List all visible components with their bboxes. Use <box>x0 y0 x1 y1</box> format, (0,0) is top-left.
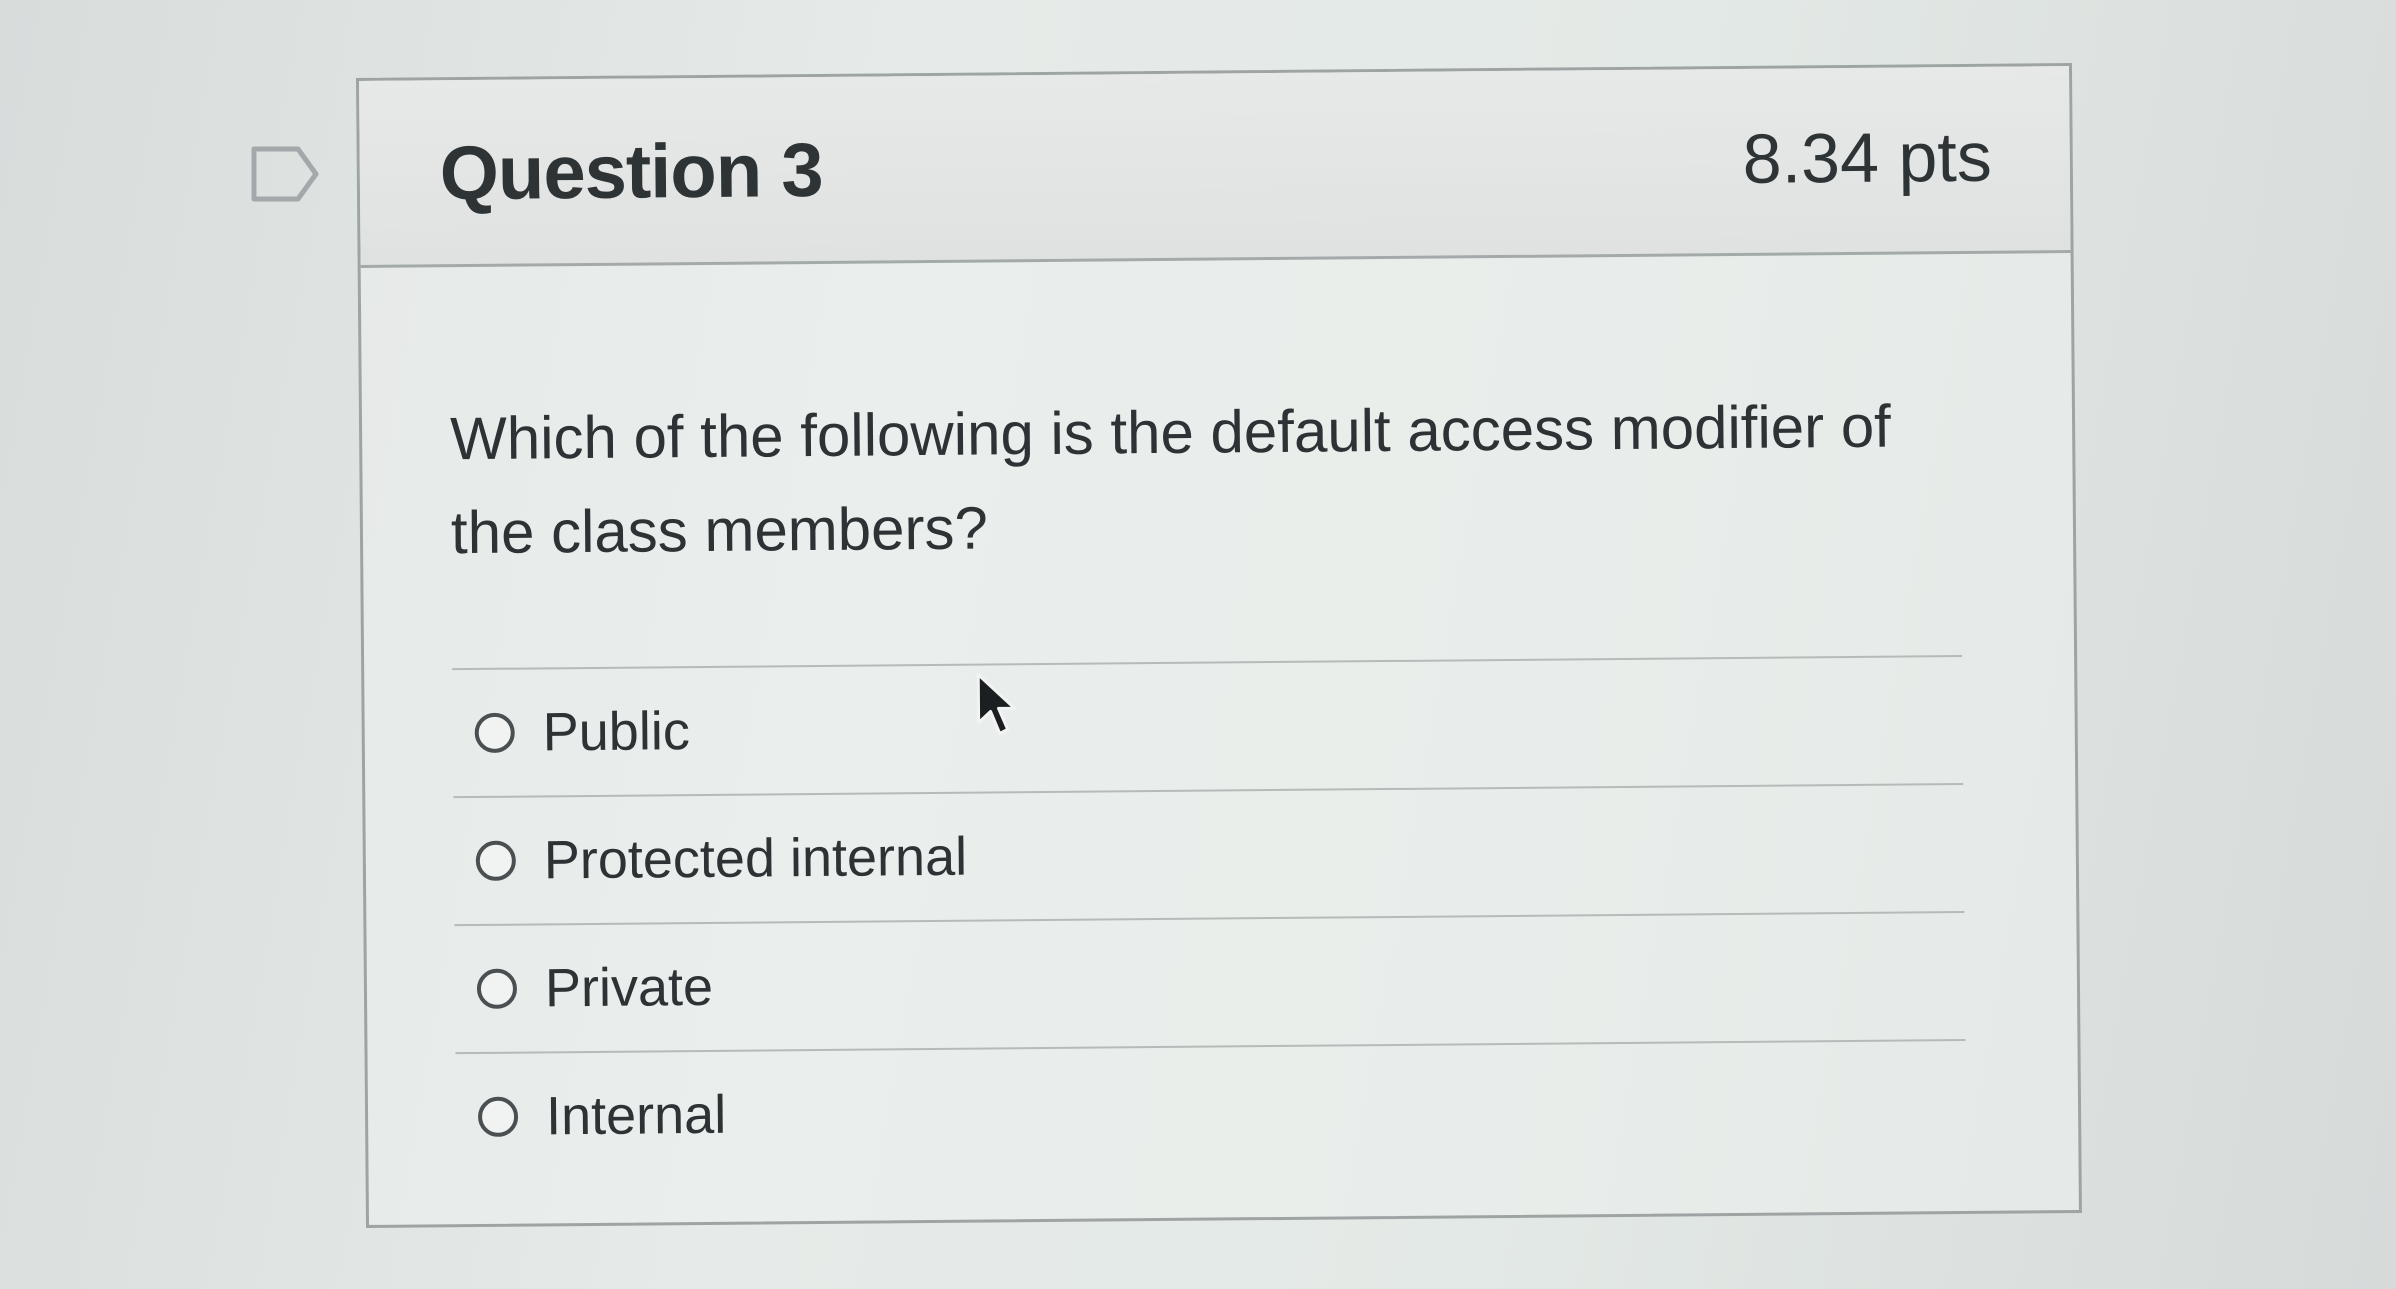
answer-label[interactable]: Protected internal <box>544 826 968 892</box>
radio-button[interactable] <box>477 1096 519 1137</box>
answer-option-protected-internal[interactable]: Protected internal <box>453 783 1965 925</box>
question-body: Which of the following is the default ac… <box>361 253 2079 1181</box>
answer-label[interactable]: Private <box>545 956 714 1019</box>
question-header: Question 3 8.34 pts <box>359 66 2071 268</box>
mouse-pointer-icon <box>976 673 1017 735</box>
flag-question-icon[interactable] <box>250 145 320 203</box>
answer-option-private[interactable]: Private <box>454 910 1966 1053</box>
question-points: 8.34 pts <box>1742 117 1993 198</box>
answer-label[interactable]: Public <box>542 700 690 763</box>
answer-label[interactable]: Internal <box>546 1084 727 1148</box>
question-card: Question 3 8.34 pts Which of the followi… <box>356 63 2082 1228</box>
answer-option-internal[interactable]: Internal <box>455 1038 1967 1181</box>
answer-option-public[interactable]: Public <box>452 655 1964 797</box>
radio-button[interactable] <box>475 840 517 881</box>
question-title: Question 3 <box>439 127 823 217</box>
answer-list: Public Protected internal Private Intern… <box>452 655 1967 1181</box>
question-text: Which of the following is the default ac… <box>449 392 1892 567</box>
radio-button[interactable] <box>476 968 518 1009</box>
radio-button[interactable] <box>474 712 515 753</box>
